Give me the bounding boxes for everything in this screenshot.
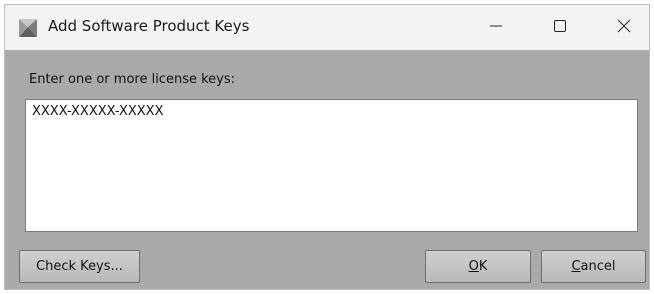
close-icon <box>617 18 631 37</box>
window-title: Add Software Product Keys <box>48 17 250 35</box>
cancel-label-rest: ancel <box>580 259 616 274</box>
check-keys-label: Check Keys... <box>36 259 123 274</box>
ok-label: OK <box>469 259 488 274</box>
close-button[interactable] <box>601 5 647 50</box>
cancel-label: Cancel <box>571 259 615 274</box>
dialog-window: Add Software Product Keys Enter one or m… <box>4 4 650 290</box>
license-keys-label: Enter one or more license keys: <box>29 72 236 87</box>
minimize-icon <box>489 18 503 37</box>
check-keys-button[interactable]: Check Keys... <box>19 250 140 283</box>
dialog-body: Enter one or more license keys: XXXX-XXX… <box>5 50 649 289</box>
maximize-icon <box>553 18 567 37</box>
cancel-mnemonic: C <box>571 259 581 274</box>
ok-button[interactable]: OK <box>425 250 531 283</box>
app-icon <box>19 19 37 37</box>
license-keys-input[interactable]: XXXX-XXXXX-XXXXX <box>25 99 638 232</box>
maximize-button[interactable] <box>537 5 583 50</box>
ok-label-rest: K <box>478 259 488 274</box>
title-bar[interactable]: Add Software Product Keys <box>5 5 649 50</box>
cancel-button[interactable]: Cancel <box>541 250 646 283</box>
ok-mnemonic: O <box>468 259 479 274</box>
minimize-button[interactable] <box>473 5 519 50</box>
